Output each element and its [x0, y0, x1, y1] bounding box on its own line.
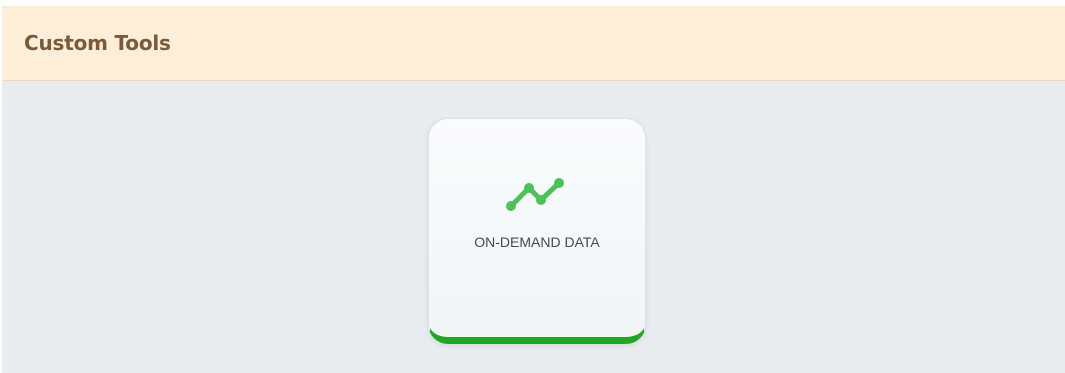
tile-label: ON-DEMAND DATA: [474, 234, 600, 250]
line-chart-icon: [506, 178, 564, 211]
tile-on-demand-data[interactable]: ON-DEMAND DATA: [428, 118, 646, 344]
custom-tools-panel: Custom Tools ON-DEMAND DATA: [2, 6, 1065, 373]
panel-title: Custom Tools: [24, 31, 171, 55]
panel-header: Custom Tools: [2, 6, 1065, 81]
